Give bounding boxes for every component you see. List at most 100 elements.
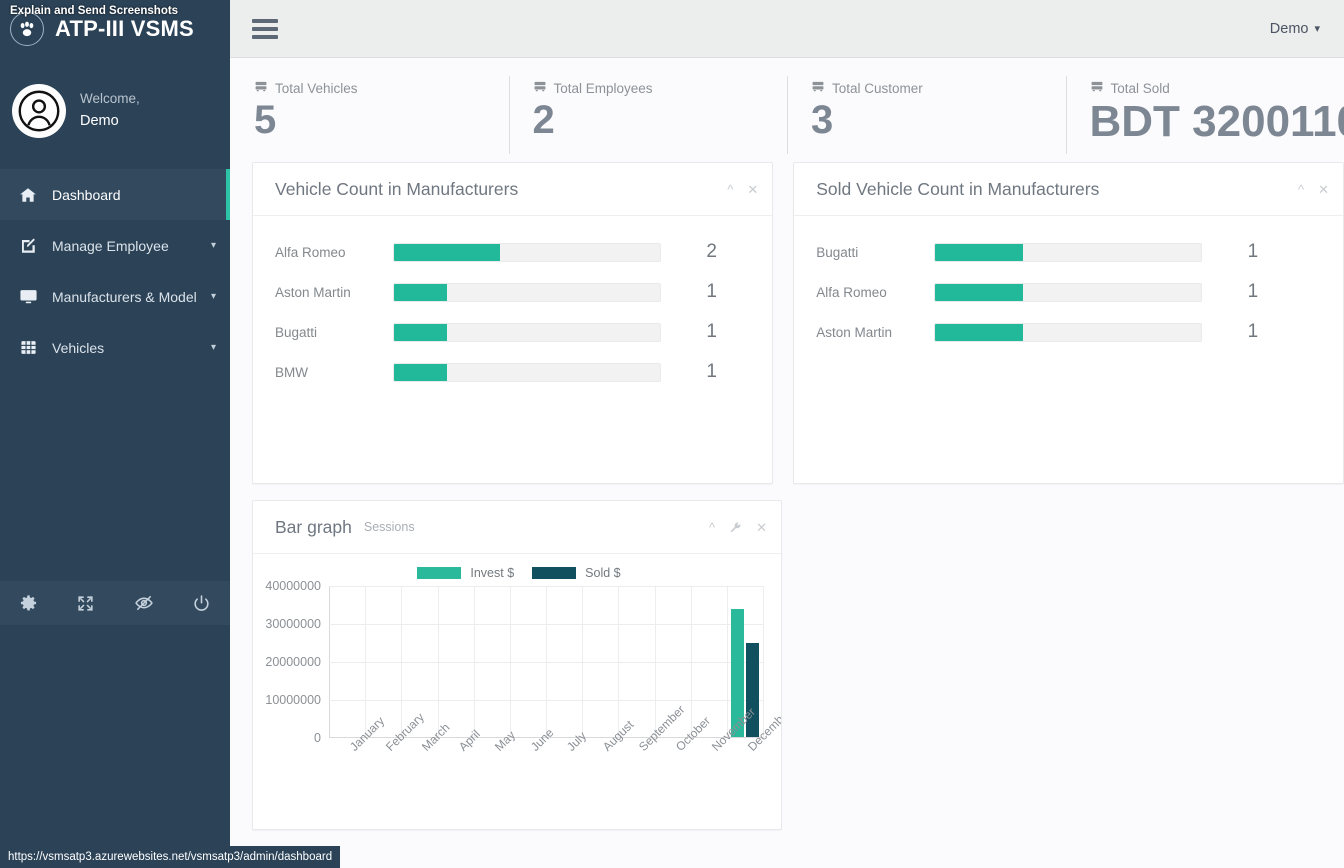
chevron-up-icon[interactable]: ^ (1298, 183, 1304, 196)
chevron-up-icon[interactable]: ^ (709, 521, 715, 534)
panel-tools: ^ ✕ (709, 521, 767, 534)
dashboard-page: Explain and Send Screenshots ATP-III VSM… (0, 0, 1344, 868)
sidebar-item-label: Manage Employee (52, 238, 197, 254)
eye-slash-icon[interactable] (134, 593, 154, 613)
welcome-username: Demo (80, 110, 140, 132)
legend-label: Sold $ (585, 566, 620, 580)
panels-area: Vehicle Count in Manufacturers ^ ✕ Alfa … (230, 162, 1344, 830)
bar-group (582, 586, 618, 737)
legend-swatch (417, 567, 461, 579)
close-icon[interactable]: ✕ (747, 183, 758, 196)
stat-label-text: Total Employees (554, 81, 653, 96)
panels-row-bottom: Bar graph Sessions ^ ✕ (230, 500, 1344, 830)
user-avatar-icon (12, 84, 66, 138)
manufacturer-name: Aston Martin (275, 285, 393, 300)
progress-bar (934, 283, 1202, 302)
panels-row-top: Vehicle Count in Manufacturers ^ ✕ Alfa … (230, 162, 1344, 484)
sidebar-item-label: Dashboard (52, 187, 216, 203)
monitor-icon (18, 287, 38, 306)
stat-value: 3 (811, 98, 1066, 142)
sidebar-item-label: Vehicles (52, 340, 197, 356)
chevron-up-icon[interactable]: ^ (727, 183, 733, 196)
user-welcome-block: Welcome, Demo (0, 58, 230, 163)
legend-item-sold: Sold $ (532, 566, 620, 580)
panel-header: Sold Vehicle Count in Manufacturers ^ ✕ (794, 163, 1343, 216)
paw-print-icon (10, 12, 44, 46)
stat-total-vehicles: Total Vehicles 5 (230, 80, 509, 142)
browser-status-bar-url: https://vsmsatp3.azurewebsites.net/vsmsa… (0, 846, 340, 868)
chevron-down-icon[interactable]: ▾ (211, 240, 216, 251)
manufacturer-name: Bugatti (816, 245, 934, 260)
sidebar-item-manage-employee[interactable]: Manage Employee ▾ (0, 220, 230, 271)
user-menu-dropdown[interactable]: Demo ▾ (1270, 21, 1320, 37)
gear-icon[interactable] (19, 594, 38, 613)
count-value: 1 (1202, 281, 1258, 303)
manufacturer-name: BMW (275, 365, 393, 380)
panel-body: Alfa Romeo 2 Aston Martin 1 (253, 216, 772, 402)
y-axis-tick: 10000000 (265, 693, 321, 707)
count-value: 2 (661, 241, 717, 263)
close-icon[interactable]: ✕ (756, 521, 767, 534)
home-icon (18, 186, 38, 204)
manufacturer-name: Bugatti (275, 325, 393, 340)
brand-title: ATP-III VSMS (55, 16, 194, 42)
progress-bar (393, 323, 661, 342)
count-value: 1 (1202, 241, 1258, 263)
stat-label-text: Total Vehicles (275, 81, 358, 96)
edit-square-icon (18, 237, 38, 255)
count-value: 1 (661, 361, 717, 383)
chart-bars (329, 586, 763, 737)
legend-label: Invest $ (470, 566, 514, 580)
manufacturer-name: Aston Martin (816, 325, 934, 340)
panel-title: Bar graph (275, 517, 352, 538)
bar-group (691, 586, 727, 737)
stat-total-employees: Total Employees 2 (509, 80, 788, 142)
bar-group (365, 586, 401, 737)
panel-title: Vehicle Count in Manufacturers (275, 179, 518, 200)
chart-plot-area: 0 10000000 20000000 30000000 40000000 (329, 586, 763, 738)
power-icon[interactable] (192, 594, 211, 613)
y-axis-tick: 20000000 (265, 655, 321, 669)
manufacturer-name: Alfa Romeo (275, 245, 393, 260)
progress-bar (393, 363, 661, 382)
sidebar-item-manufacturers-model[interactable]: Manufacturers & Model ▾ (0, 271, 230, 322)
sidebar: Explain and Send Screenshots ATP-III VSM… (0, 0, 230, 868)
chevron-down-icon: ▾ (1314, 22, 1320, 35)
chevron-down-icon[interactable]: ▾ (211, 291, 216, 302)
sidebar-item-dashboard[interactable]: Dashboard (0, 169, 230, 220)
vehicle-icon (533, 80, 547, 96)
list-item: Aston Martin 1 (816, 312, 1321, 352)
bar-group (474, 586, 510, 737)
stat-value: 5 (254, 98, 509, 142)
stat-value: BDT 32001100 (1090, 98, 1344, 146)
count-value: 1 (661, 281, 717, 303)
stat-total-sold: Total Sold BDT 32001100 (1066, 80, 1344, 146)
close-icon[interactable]: ✕ (1318, 183, 1329, 196)
sidebar-nav: Dashboard Manage Employee ▾ (0, 169, 230, 373)
chevron-down-icon[interactable]: ▾ (211, 342, 216, 353)
panel-subtitle: Sessions (364, 520, 415, 534)
panel-sold-vehicle-count: Sold Vehicle Count in Manufacturers ^ ✕ … (793, 162, 1344, 484)
panel-tools: ^ ✕ (727, 183, 758, 196)
stat-value: 2 (533, 98, 788, 142)
stat-total-customer: Total Customer 3 (787, 80, 1066, 142)
user-menu-label: Demo (1270, 21, 1309, 37)
bar-group (438, 586, 474, 737)
topbar: Demo ▾ (230, 0, 1344, 58)
list-item: BMW 1 (275, 352, 750, 392)
expand-arrows-icon[interactable] (76, 594, 95, 613)
panel-header: Vehicle Count in Manufacturers ^ ✕ (253, 163, 772, 216)
panel-bar-graph: Bar graph Sessions ^ ✕ (252, 500, 782, 830)
panel-tools: ^ ✕ (1298, 183, 1329, 196)
legend-swatch (532, 567, 576, 579)
progress-bar (393, 243, 661, 262)
wrench-icon[interactable] (729, 521, 742, 534)
bar-group (329, 586, 365, 737)
hamburger-icon[interactable] (252, 15, 278, 43)
sidebar-item-label: Manufacturers & Model (52, 289, 197, 305)
sidebar-item-vehicles[interactable]: Vehicles ▾ (0, 322, 230, 373)
progress-bar (934, 243, 1202, 262)
chart-x-labels: January February March April May June Ju… (329, 738, 763, 808)
bar-chart: Invest $ Sold $ (253, 554, 781, 808)
progress-bar (393, 283, 661, 302)
